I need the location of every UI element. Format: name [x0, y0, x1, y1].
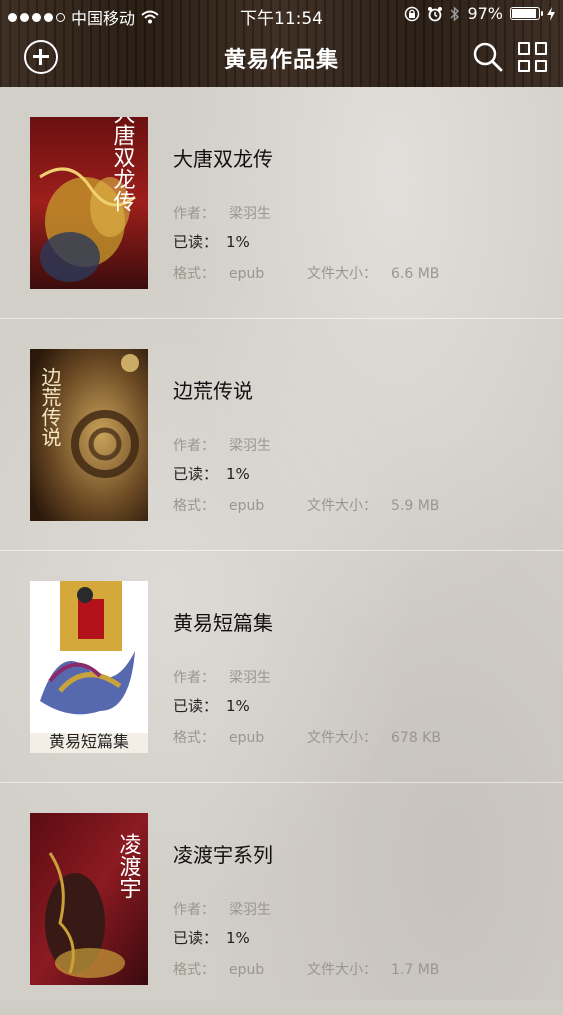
book-cover[interactable]: 边荒传说 [30, 349, 148, 521]
format-field: 格式： epub [173, 730, 265, 746]
book-list: 大唐双龙传 大唐双龙传 作者： 梁羽生 已读： 1% 格式： epub 文件大小： 6.… [0, 87, 563, 1000]
top-bar: 中国移动 下午11:54 97% 黄易作品集 [0, 0, 563, 87]
navigation-bar: 黄易作品集 [0, 30, 563, 87]
read-progress: 已读： 1% [173, 697, 250, 715]
author-field: 作者： 梁羽生 [173, 670, 271, 686]
format-field: 格式： epub [173, 266, 265, 282]
book-cover[interactable]: 凌渡宇 [30, 813, 148, 985]
battery-icon [510, 7, 543, 20]
size-field: 文件大小： 5.9 MB [307, 498, 440, 514]
book-cover[interactable]: 大唐双龙传 [30, 117, 148, 289]
book-title: 大唐双龙传 [173, 147, 273, 171]
format-field: 格式： epub [173, 498, 265, 514]
list-item[interactable]: 凌渡宇 凌渡宇系列 作者： 梁羽生 已读： 1% 格式： epub 文件大小： 1.7 … [0, 783, 563, 1015]
rotation-lock-icon [405, 6, 420, 21]
read-progress: 已读： 1% [173, 929, 250, 947]
grid-view-icon[interactable] [518, 42, 548, 72]
search-icon[interactable] [472, 40, 504, 74]
read-progress: 已读： 1% [173, 465, 250, 483]
alarm-icon [428, 6, 443, 21]
status-bar: 中国移动 下午11:54 97% [0, 0, 563, 30]
cover-title-text: 黄易短篇集 [49, 732, 129, 751]
list-item[interactable]: 大唐双龙传 大唐双龙传 作者： 梁羽生 已读： 1% 格式： epub 文件大小： 6.… [0, 87, 563, 319]
size-field: 文件大小： 678 KB [307, 730, 441, 746]
author-field: 作者： 梁羽生 [173, 438, 271, 454]
battery-percent: 97% [467, 4, 503, 23]
cover-title-text: 边荒传说 [38, 367, 62, 447]
cover-title-text: 大唐双龙传 [110, 117, 136, 212]
book-cover[interactable]: 黄易短篇集 [30, 581, 148, 753]
book-title: 凌渡宇系列 [173, 843, 273, 867]
charging-icon [547, 6, 555, 21]
bluetooth-icon [450, 5, 460, 22]
list-item[interactable]: 边荒传说 边荒传说 作者： 梁羽生 已读： 1% 格式： epub 文件大小： 5.9 … [0, 319, 563, 551]
cover-title-text: 凌渡宇 [116, 833, 142, 899]
author-field: 作者： 梁羽生 [173, 206, 271, 222]
book-title: 边荒传说 [173, 379, 253, 403]
read-progress: 已读： 1% [173, 233, 250, 251]
list-item[interactable]: 黄易短篇集 黄易短篇集 作者： 梁羽生 已读： 1% 格式： epub 文件大小： 67… [0, 551, 563, 783]
size-field: 文件大小： 6.6 MB [307, 266, 440, 282]
format-field: 格式： epub [173, 962, 265, 978]
author-field: 作者： 梁羽生 [173, 902, 271, 918]
book-title: 黄易短篇集 [173, 611, 273, 635]
size-field: 文件大小： 1.7 MB [307, 962, 440, 978]
